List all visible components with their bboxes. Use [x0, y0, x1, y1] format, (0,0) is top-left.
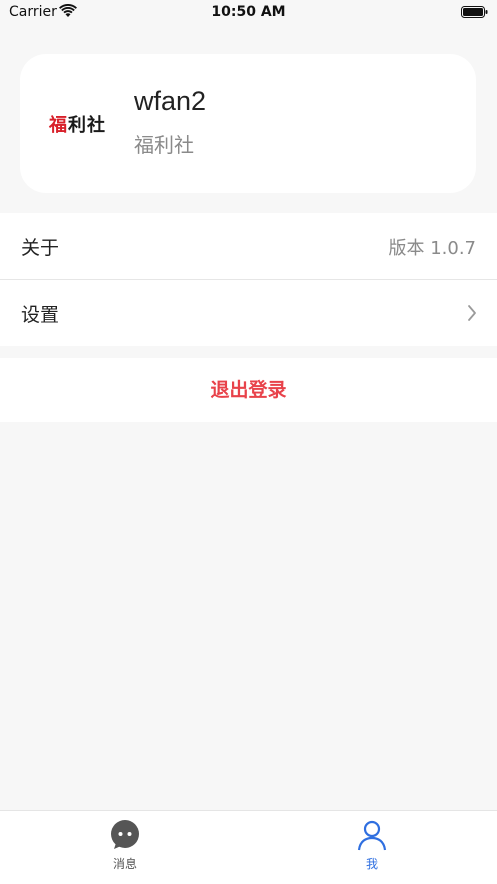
chevron-right-icon — [468, 305, 476, 321]
chat-bubble-icon — [111, 820, 139, 849]
tab-bar: 消息 我 — [0, 810, 497, 884]
clock: 10:50 AM — [211, 4, 286, 20]
org-logo: 福利社 — [49, 115, 106, 136]
profile-card[interactable]: 福利社 wfan2 福利社 — [20, 54, 476, 193]
tab-me[interactable]: 我 — [337, 819, 407, 872]
menu-item-settings[interactable]: 设置 — [0, 280, 497, 346]
about-label: 关于 — [21, 237, 60, 259]
menu-item-about[interactable]: 关于 版本 1.0.7 — [0, 213, 497, 280]
version-value: 版本 1.0.7 — [388, 238, 476, 259]
status-bar: Carrier 10:50 AM — [0, 0, 497, 26]
org-name: 福利社 — [134, 133, 194, 157]
settings-menu: 关于 版本 1.0.7 设置 — [0, 213, 497, 346]
tab-me-label: 我 — [365, 857, 378, 871]
tab-messages[interactable]: 消息 — [90, 819, 160, 872]
battery-icon — [461, 6, 488, 18]
username: wfan2 — [134, 86, 207, 116]
logout-button[interactable]: 退出登录 — [0, 358, 497, 422]
person-icon — [357, 820, 387, 851]
settings-label: 设置 — [21, 304, 60, 326]
tab-messages-label: 消息 — [112, 857, 137, 871]
